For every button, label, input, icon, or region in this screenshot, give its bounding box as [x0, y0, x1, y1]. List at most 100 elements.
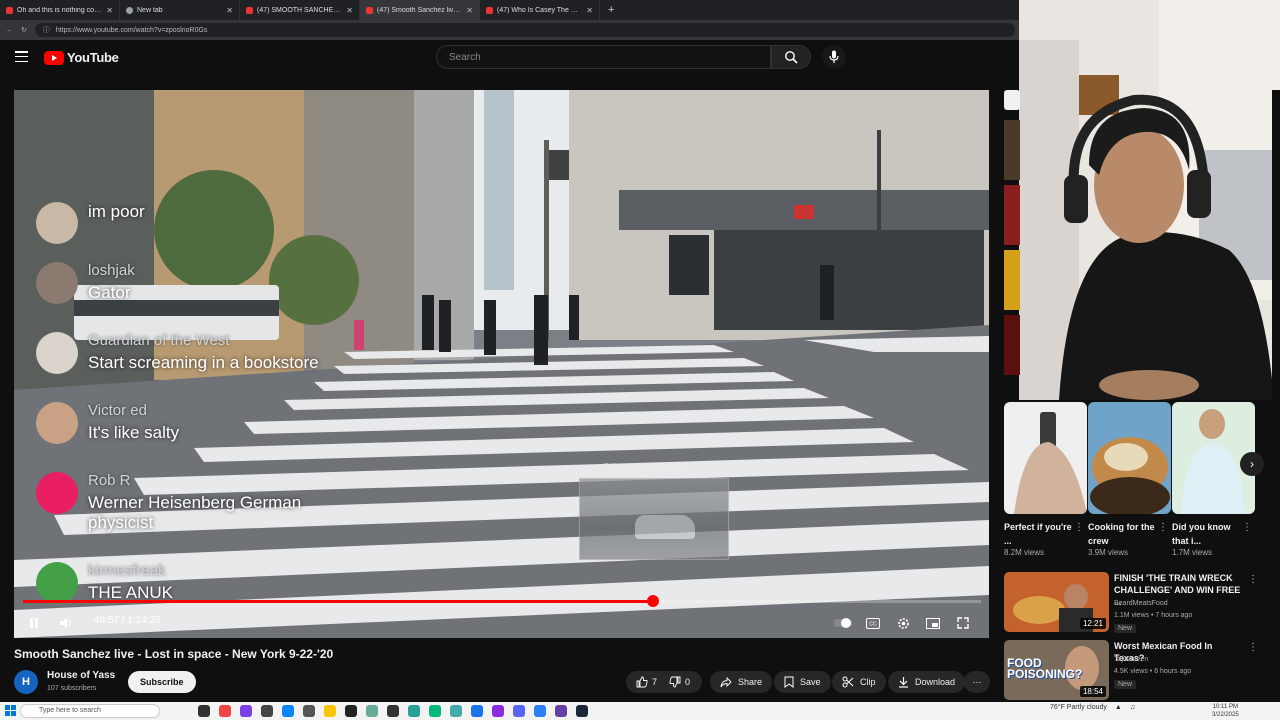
download-button[interactable]: Download — [888, 671, 966, 693]
taskbar-clock[interactable]: 10:11 PM 3/22/2025 — [1212, 703, 1239, 719]
avatar — [36, 402, 78, 444]
app-icon[interactable] — [387, 705, 399, 717]
close-tab-icon[interactable]: ✕ — [466, 6, 473, 15]
app-icon[interactable] — [555, 705, 567, 717]
channel-name[interactable]: Taji Ameen — [1114, 656, 1148, 663]
more-icon[interactable]: ⋮ — [1158, 522, 1168, 533]
more-icon[interactable]: ⋮ — [1248, 642, 1258, 653]
more-actions-button[interactable]: ⋯ — [964, 671, 990, 693]
taskbar-apps — [198, 705, 588, 717]
recommended-video[interactable]: 12:21 FINISH 'THE TRAIN WRECK CHALLENGE'… — [1004, 572, 1274, 634]
app-icon[interactable] — [513, 705, 525, 717]
video-thumbnail[interactable]: FOOD POISONING? 18:54 — [1004, 640, 1109, 700]
weather-text[interactable]: 76°F Partly cloudy — [1050, 704, 1107, 711]
reload-icon[interactable]: ↻ — [21, 26, 27, 34]
close-tab-icon[interactable]: ✕ — [586, 6, 593, 15]
browser-tab[interactable]: (47) SMOOTH SANCHEZ - YouTube ✕ — [240, 0, 360, 20]
video-thumbnail[interactable]: 12:21 — [1004, 572, 1109, 632]
subscribe-button[interactable]: Subscribe — [128, 671, 196, 693]
url-field[interactable]: ⓘ https://www.youtube.com/watch?v=zposln… — [34, 23, 1015, 37]
page-scrollbar[interactable] — [1272, 90, 1280, 702]
app-icon[interactable] — [240, 705, 252, 717]
new-tab-button[interactable]: + — [600, 4, 622, 16]
short-title[interactable]: Did you know that i... — [1172, 520, 1242, 548]
progress-played — [23, 600, 654, 603]
channel-avatar[interactable]: H — [14, 670, 38, 694]
short-title[interactable]: Cooking for the crew — [1088, 520, 1158, 548]
app-icon[interactable] — [261, 705, 273, 717]
menu-icon[interactable] — [15, 51, 28, 62]
new-badge: New — [1114, 680, 1137, 689]
autoplay-toggle[interactable] — [831, 611, 855, 635]
short-thumbnail[interactable] — [1004, 402, 1087, 514]
browser-tab[interactable]: (47) Smooth Sanchez live - Lo ✕ — [360, 0, 480, 20]
short-card[interactable]: Cooking for the crew 3.9M views ⋮ — [1088, 402, 1171, 557]
app-icon[interactable] — [471, 705, 483, 717]
app-icon[interactable] — [282, 705, 294, 717]
short-thumbnail[interactable] — [1088, 402, 1171, 514]
app-icon[interactable] — [303, 705, 315, 717]
progress-bar[interactable] — [23, 595, 981, 607]
app-icon[interactable] — [324, 705, 336, 717]
close-tab-icon[interactable]: ✕ — [106, 6, 113, 15]
volume-icon[interactable]: ♫ — [1130, 704, 1135, 711]
youtube-logo[interactable]: YouTube — [44, 50, 119, 65]
app-icon[interactable] — [198, 705, 210, 717]
windows-start-icon[interactable] — [5, 705, 16, 718]
app-icon[interactable] — [408, 705, 420, 717]
more-icon[interactable]: ⋮ — [1248, 574, 1258, 585]
app-icon[interactable] — [345, 705, 357, 717]
taskbar-search[interactable]: Type here to search — [20, 704, 160, 718]
voice-search-button[interactable] — [822, 45, 846, 69]
chat-author: Guardian of the West — [88, 332, 230, 349]
chat-message-text: It's like salty — [88, 423, 180, 442]
app-icon[interactable] — [534, 705, 546, 717]
search-button[interactable] — [771, 45, 811, 69]
like-dislike-group: 7 0 — [626, 671, 702, 693]
shorts-shelf: Perfect if you're ... 8.2M views ⋮ Cooki… — [1004, 402, 1274, 562]
app-icon[interactable] — [576, 705, 588, 717]
short-card[interactable]: Perfect if you're ... 8.2M views ⋮ — [1004, 402, 1087, 557]
pause-button[interactable] — [22, 611, 46, 635]
app-icon[interactable] — [366, 705, 378, 717]
back-icon[interactable]: ← — [6, 27, 13, 34]
browser-tab[interactable]: New tab ✕ — [120, 0, 240, 20]
short-views: 1.7M views — [1172, 548, 1213, 557]
recommended-video[interactable]: FOOD POISONING? 18:54 Worst Mexican Food… — [1004, 640, 1274, 702]
captions-button[interactable]: CC — [861, 611, 885, 635]
miniplayer-icon — [926, 617, 940, 629]
youtube-icon — [366, 6, 373, 14]
settings-button[interactable] — [891, 611, 915, 635]
browser-tab[interactable]: (47) Who Is Casey The Content C ✕ — [480, 0, 600, 20]
wifi-icon[interactable]: ▲ — [1115, 704, 1122, 711]
like-button[interactable]: 7 — [636, 676, 657, 688]
clock-time: 10:11 PM — [1212, 704, 1238, 710]
close-tab-icon[interactable]: ✕ — [226, 6, 233, 15]
app-icon[interactable] — [429, 705, 441, 717]
share-button[interactable]: Share — [710, 671, 773, 693]
more-icon[interactable]: ⋮ — [1242, 522, 1252, 533]
channel-name[interactable]: House of Yass — [47, 670, 115, 681]
short-title[interactable]: Perfect if you're ... — [1004, 520, 1074, 548]
tab-title: (47) SMOOTH SANCHEZ - YouTube — [257, 6, 342, 14]
youtube-logo-icon — [44, 50, 64, 65]
chevron-right-icon: › — [1250, 457, 1254, 471]
dislike-button[interactable]: 0 — [669, 676, 690, 688]
clip-button[interactable]: Clip — [832, 671, 886, 693]
mute-button[interactable] — [54, 611, 78, 635]
browser-tab[interactable]: Oh and this is nothing compared✕ — [0, 0, 120, 20]
channel-name[interactable]: BeardMeatsFood — [1114, 600, 1168, 607]
app-icon[interactable] — [219, 705, 231, 717]
search-input[interactable]: Search — [436, 45, 771, 69]
close-tab-icon[interactable]: ✕ — [346, 6, 353, 15]
shorts-next-button[interactable]: › — [1240, 452, 1264, 476]
save-button[interactable]: Save — [774, 671, 831, 693]
miniplayer-button[interactable] — [921, 611, 945, 635]
more-icon[interactable]: ⋮ — [1074, 522, 1084, 533]
taskbar: Type here to search 76°F Partly cloudy ▲… — [0, 702, 1280, 720]
thumbs-down-icon — [669, 676, 681, 688]
app-icon[interactable] — [492, 705, 504, 717]
video-player[interactable]: im poor loshjak Gator Guardian of the West S… — [14, 90, 989, 638]
app-icon[interactable] — [450, 705, 462, 717]
fullscreen-button[interactable] — [951, 611, 975, 635]
